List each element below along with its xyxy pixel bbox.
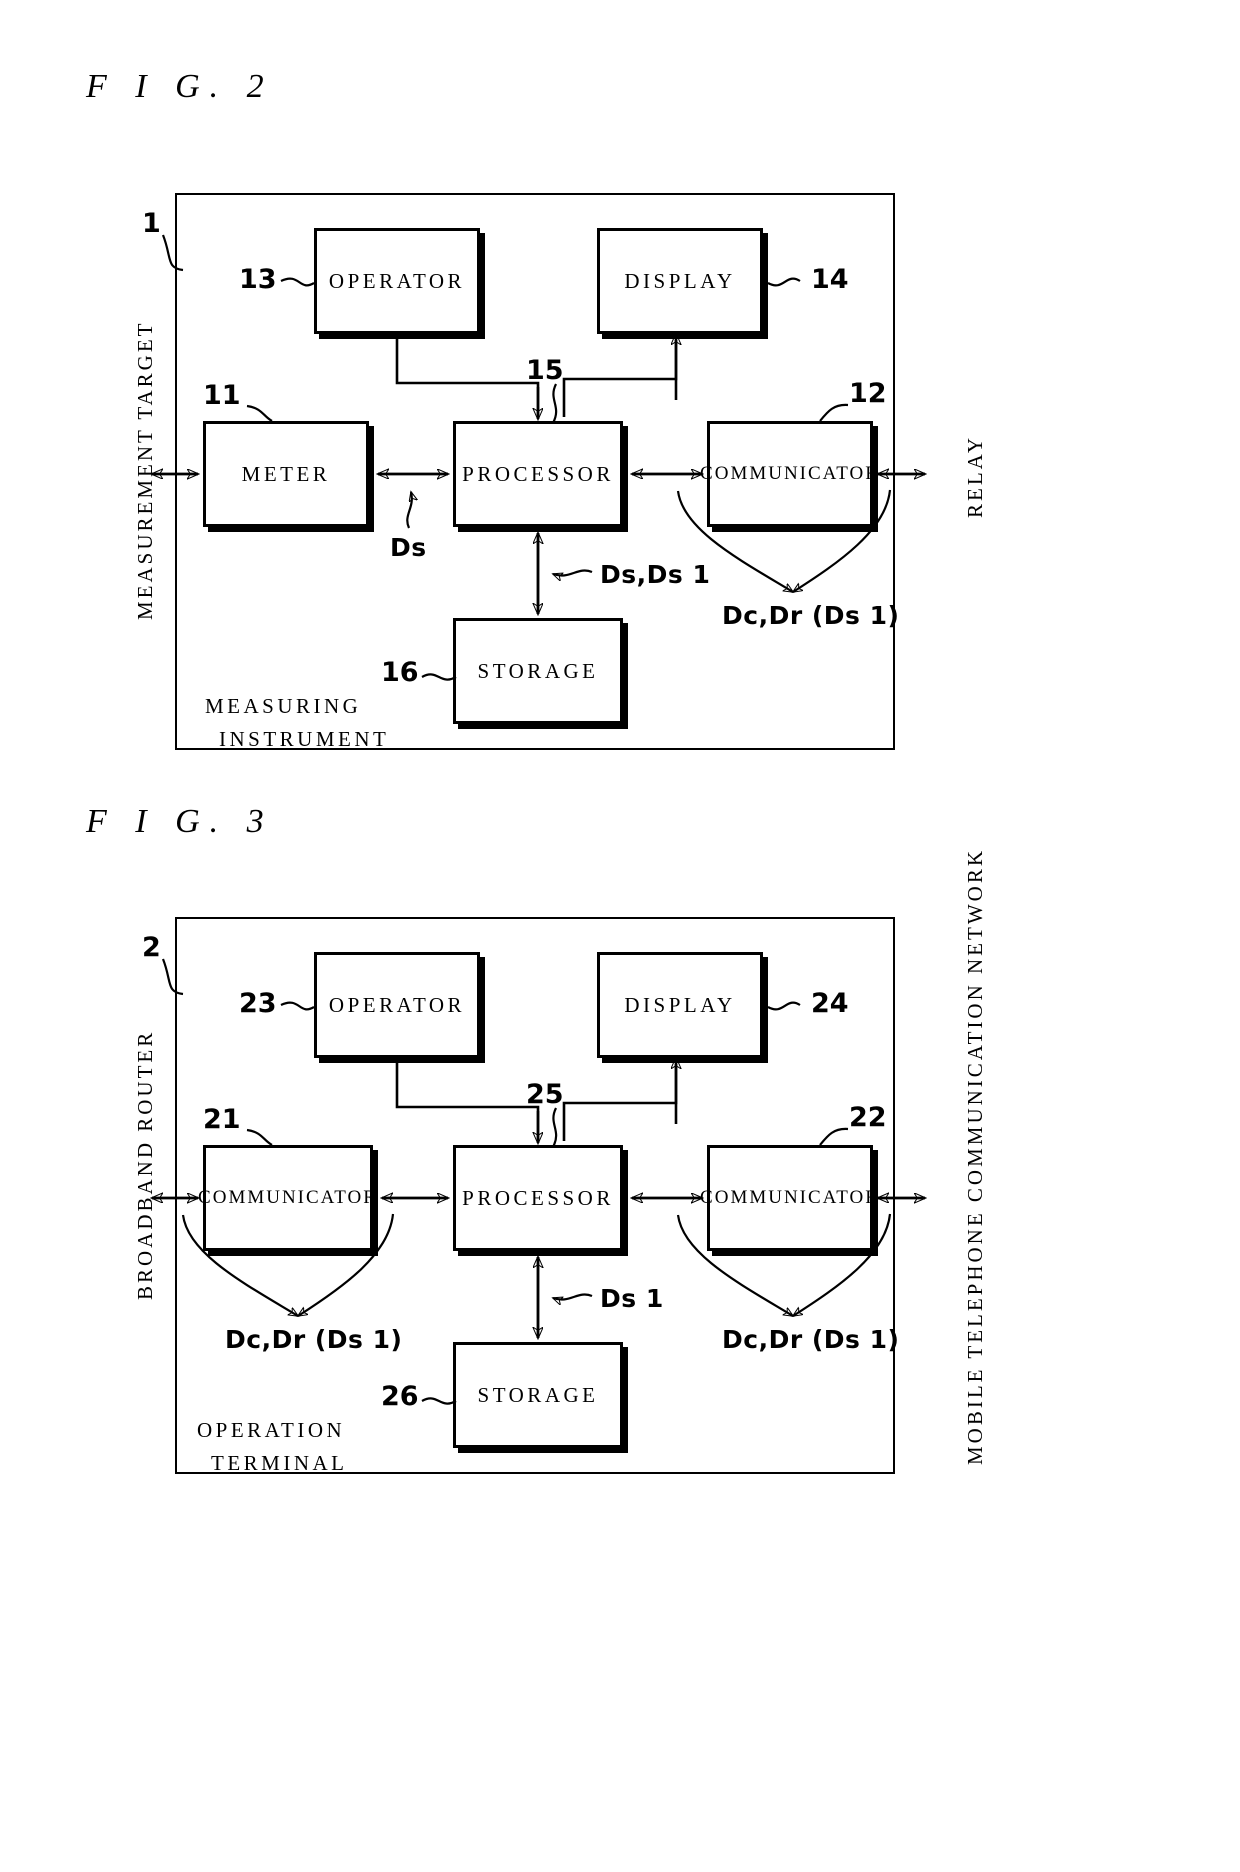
figure-3-ref-26: 26 <box>381 1381 419 1412</box>
figure-2-block-processor-label: PROCESSOR <box>462 461 614 486</box>
figure-3-block-operator[interactable]: OPERATOR <box>314 952 480 1058</box>
figure-2-block-operator[interactable]: OPERATOR <box>314 228 480 334</box>
figure-2-panel-name-line2: INSTRUMENT <box>219 726 390 751</box>
figure-2-block-meter[interactable]: METER <box>203 421 369 527</box>
figure-3-block-storage-label: STORAGE <box>477 1382 599 1407</box>
figure-2-block-operator-label: OPERATOR <box>328 268 466 293</box>
figure-3-block-communicator-right-label: COMMUNICATOR <box>700 1187 880 1208</box>
figure-2-block-meter-label: METER <box>241 461 331 486</box>
figure-3-right-side-label: MOBILE TELEPHONE COMMUNICATION NETWORK <box>963 848 987 1465</box>
figure-3-block-communicator-left[interactable]: COMMUNICATOR <box>198 1145 376 1251</box>
figure-3-block-operator-label: OPERATOR <box>328 992 466 1017</box>
figure-3-ref-24: 24 <box>811 988 849 1019</box>
figure-2-title: F I G. 2 <box>86 68 274 105</box>
figure-2-block-processor[interactable]: PROCESSOR <box>453 421 623 527</box>
figure-2-block-communicator[interactable]: COMMUNICATOR <box>700 421 878 527</box>
figure-2-block-display[interactable]: DISPLAY <box>597 228 763 334</box>
figure-3-block-processor[interactable]: PROCESSOR <box>453 1145 623 1251</box>
figure-2-ref-16: 16 <box>381 657 419 688</box>
figure-3-ref-25: 25 <box>526 1079 564 1110</box>
figure-3-signal-ds1: Ds 1 <box>600 1284 664 1313</box>
figure-2-block-storage-label: STORAGE <box>477 658 599 683</box>
figure-2-right-side-label: RELAY <box>963 434 987 518</box>
figure-2-panel-name: MEASURING INSTRUMENT <box>205 690 389 755</box>
figure-3-ref-22: 22 <box>849 1102 887 1133</box>
figure-2-block-storage[interactable]: STORAGE <box>453 618 623 724</box>
figure-2-ref-14: 14 <box>811 264 849 295</box>
figure-3-block-communicator-right[interactable]: COMMUNICATOR <box>700 1145 878 1251</box>
figure-2-signal-dc-dr: Dc,Dr (Ds 1) <box>722 601 900 630</box>
figure-3-signal-dc-dr-left: Dc,Dr (Ds 1) <box>225 1325 403 1354</box>
figure-2-ref-11: 11 <box>203 380 241 411</box>
figure-3-title: F I G. 3 <box>86 803 274 840</box>
figure-3-panel-name: OPERATION TERMINAL <box>197 1414 348 1479</box>
figure-3-panel-name-line1: OPERATION <box>197 1418 346 1442</box>
figure-2-signal-ds-ds1: Ds,Ds 1 <box>600 560 711 589</box>
figure-3-left-side-label: BROADBAND ROUTER <box>133 1029 157 1300</box>
figure-3-block-display[interactable]: DISPLAY <box>597 952 763 1058</box>
figure-3-panel-ref: 2 <box>142 932 161 963</box>
figure-3-ref-21: 21 <box>203 1104 241 1135</box>
figure-2-block-display-label: DISPLAY <box>624 268 736 293</box>
figure-3-block-storage[interactable]: STORAGE <box>453 1342 623 1448</box>
figure-2-signal-ds: Ds <box>390 533 427 562</box>
figure-3-signal-dc-dr-right: Dc,Dr (Ds 1) <box>722 1325 900 1354</box>
figure-3-panel-name-line2: TERMINAL <box>211 1450 348 1475</box>
figure-3-block-communicator-left-label: COMMUNICATOR <box>198 1187 378 1208</box>
figure-2-ref-13: 13 <box>239 264 277 295</box>
figure-3-block-display-label: DISPLAY <box>624 992 736 1017</box>
figure-2-left-side-label: MEASUREMENT TARGET <box>133 320 157 620</box>
figure-2-block-communicator-label: COMMUNICATOR <box>700 463 880 484</box>
figure-2-panel-ref: 1 <box>142 208 161 239</box>
figure-3-block-processor-label: PROCESSOR <box>462 1185 614 1210</box>
figure-2-ref-15: 15 <box>526 355 564 386</box>
figure-2-ref-12: 12 <box>849 378 887 409</box>
figure-3-ref-23: 23 <box>239 988 277 1019</box>
figure-2-panel-name-line1: MEASURING <box>205 694 362 718</box>
